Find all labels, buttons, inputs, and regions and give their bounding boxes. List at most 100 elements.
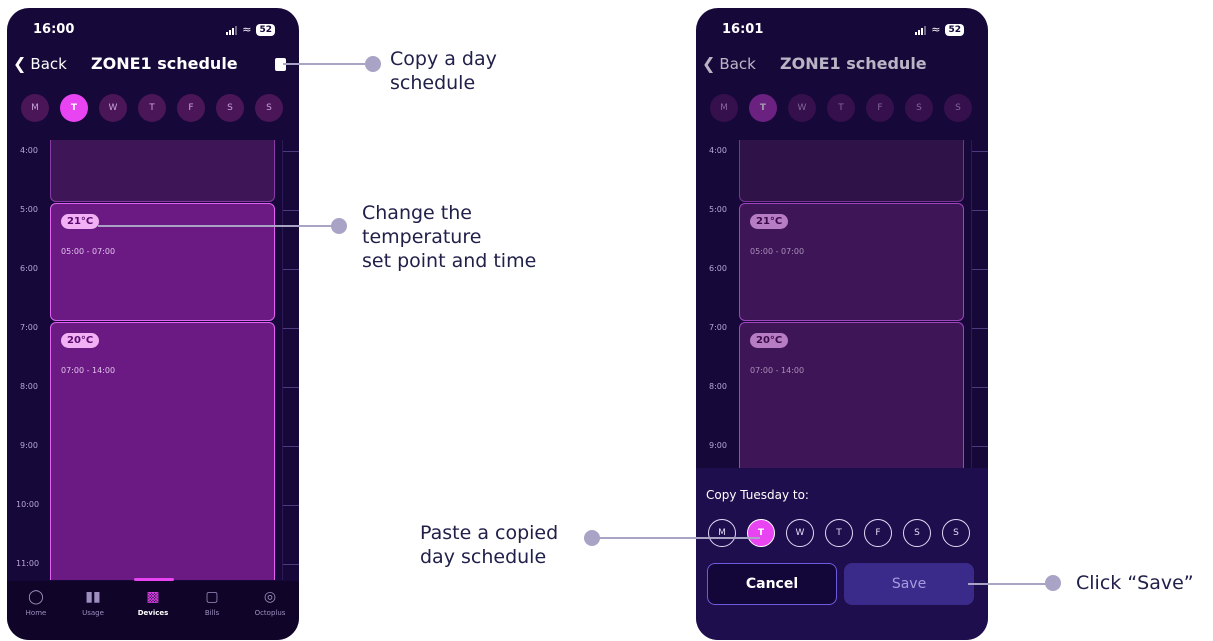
time-range: 07:00 - 14:00 [61,366,116,375]
nav-bar: ❮ Back ZONE1 schedule [696,54,988,76]
callout-line-change [98,225,338,227]
hour-label: 9:00 [20,441,38,450]
back-button[interactable]: ❮ Back [13,54,67,73]
hour-label: 6:00 [709,264,727,273]
temperature-badge: 21°C [750,214,789,229]
hour-label: 9:00 [709,441,727,450]
copy-day-sat[interactable]: S [903,519,931,547]
copy-day-tue[interactable]: T [747,519,775,547]
day-button-thu[interactable]: T [827,94,855,122]
copy-day-sheet: Copy Tuesday to: M T W T F S S Cancel Sa… [696,468,988,640]
status-bar: 16:01 ≈ 52 [696,22,988,40]
signal-icon [915,25,927,35]
tab-usage[interactable]: ▮▮ Usage [68,589,118,617]
hour-label: 11:00 [16,559,40,568]
schedule-timeline[interactable]: 4:00 5:00 6:00 7:00 8:00 9:00 10:00 11:0… [7,140,299,580]
temperature-badge[interactable]: 20°C [61,333,100,348]
time-range: 07:00 - 14:00 [750,366,805,375]
hour-label: 7:00 [20,323,38,332]
save-button[interactable]: Save [844,563,974,605]
hour-tick [972,269,988,270]
day-button-sun[interactable]: S [255,94,283,122]
nav-bar: ❮ Back ZONE1 schedule [7,54,299,76]
back-label: Back [719,54,756,73]
hour-tick [283,387,299,388]
day-button-sat[interactable]: S [905,94,933,122]
schedule-block[interactable] [50,140,275,202]
callout-text: Paste a copied [420,522,559,544]
wifi-icon: ≈ [931,23,941,36]
copy-day-sun[interactable]: S [942,519,970,547]
hour-tick [283,210,299,211]
hour-label: 8:00 [20,382,38,391]
hour-label: 5:00 [709,205,727,214]
day-selector: M T W T F S S [21,94,287,122]
hour-tick [283,269,299,270]
tab-octoplus[interactable]: ◎ Octoplus [245,589,295,617]
schedule-block [739,140,964,202]
chevron-left-icon: ❮ [13,54,27,73]
hour-tick [972,328,988,329]
hour-label: 5:00 [20,205,38,214]
day-button-fri[interactable]: F [866,94,894,122]
battery-indicator: 52 [256,24,275,36]
day-button-mon[interactable]: M [21,94,49,122]
hour-tick [972,151,988,152]
page-title: ZONE1 schedule [780,54,927,73]
temperature-badge: 20°C [750,333,789,348]
home-icon: ◯ [28,589,44,605]
tab-label: Usage [82,609,104,617]
hour-tick [283,151,299,152]
bills-icon: ▢ [205,589,219,605]
hour-label: 6:00 [20,264,38,273]
phone-screen-schedule: 16:00 ≈ 52 ❮ Back ZONE1 schedule M T W T… [7,8,299,640]
callout-change: Change the temperature set point and tim… [362,201,536,273]
tab-label: Octoplus [254,609,286,617]
day-selector: M T W T F S S [710,94,976,122]
day-button-tue[interactable]: T [60,94,88,122]
callout-dot-change [331,218,347,234]
day-button-tue[interactable]: T [749,94,777,122]
copy-day-mon[interactable]: M [708,519,736,547]
tab-label: Home [25,609,47,617]
copy-day-wed[interactable]: W [786,519,814,547]
tab-bills[interactable]: ▢ Bills [187,589,237,617]
tab-devices[interactable]: ▩ Devices [128,589,178,617]
hour-label: 4:00 [709,146,727,155]
day-button-fri[interactable]: F [177,94,205,122]
copy-day-fri[interactable]: F [864,519,892,547]
tab-home[interactable]: ◯ Home [11,589,61,617]
hour-tick [283,564,299,565]
back-button[interactable]: ❮ Back [702,54,756,73]
callout-line-copy [283,63,373,65]
hour-tick [972,446,988,447]
copy-day-thu[interactable]: T [825,519,853,547]
back-label: Back [30,54,67,73]
callout-paste: Paste a copied day schedule [420,521,558,569]
callout-dot-copy [365,56,381,72]
callout-text: set point and time [362,250,537,272]
status-bar: 16:00 ≈ 52 [7,22,299,40]
day-button-wed[interactable]: W [788,94,816,122]
hour-label: 10:00 [16,500,40,509]
page-title: ZONE1 schedule [91,54,238,73]
day-button-sun[interactable]: S [944,94,972,122]
hour-tick [283,446,299,447]
day-button-mon[interactable]: M [710,94,738,122]
temperature-badge[interactable]: 21°C [61,214,100,229]
cancel-button[interactable]: Cancel [707,563,837,605]
schedule-block[interactable]: 21°C 05:00 - 07:00 [50,203,275,321]
schedule-block[interactable]: 20°C 07:00 - 14:00 [50,322,275,580]
active-tab-indicator [134,578,174,581]
callout-text: Change the [362,202,472,224]
day-button-wed[interactable]: W [99,94,127,122]
phone-screen-copy-schedule: 16:01 ≈ 52 ❮ Back ZONE1 schedule M T W T… [696,8,988,640]
callout-text: Copy a day [390,48,497,70]
time-range: 05:00 - 07:00 [61,247,116,256]
callout-save: Click “Save” [1076,572,1194,594]
hour-label: 4:00 [20,146,38,155]
day-button-thu[interactable]: T [138,94,166,122]
time-range: 05:00 - 07:00 [750,247,805,256]
day-button-sat[interactable]: S [216,94,244,122]
callout-text: schedule [390,72,476,94]
